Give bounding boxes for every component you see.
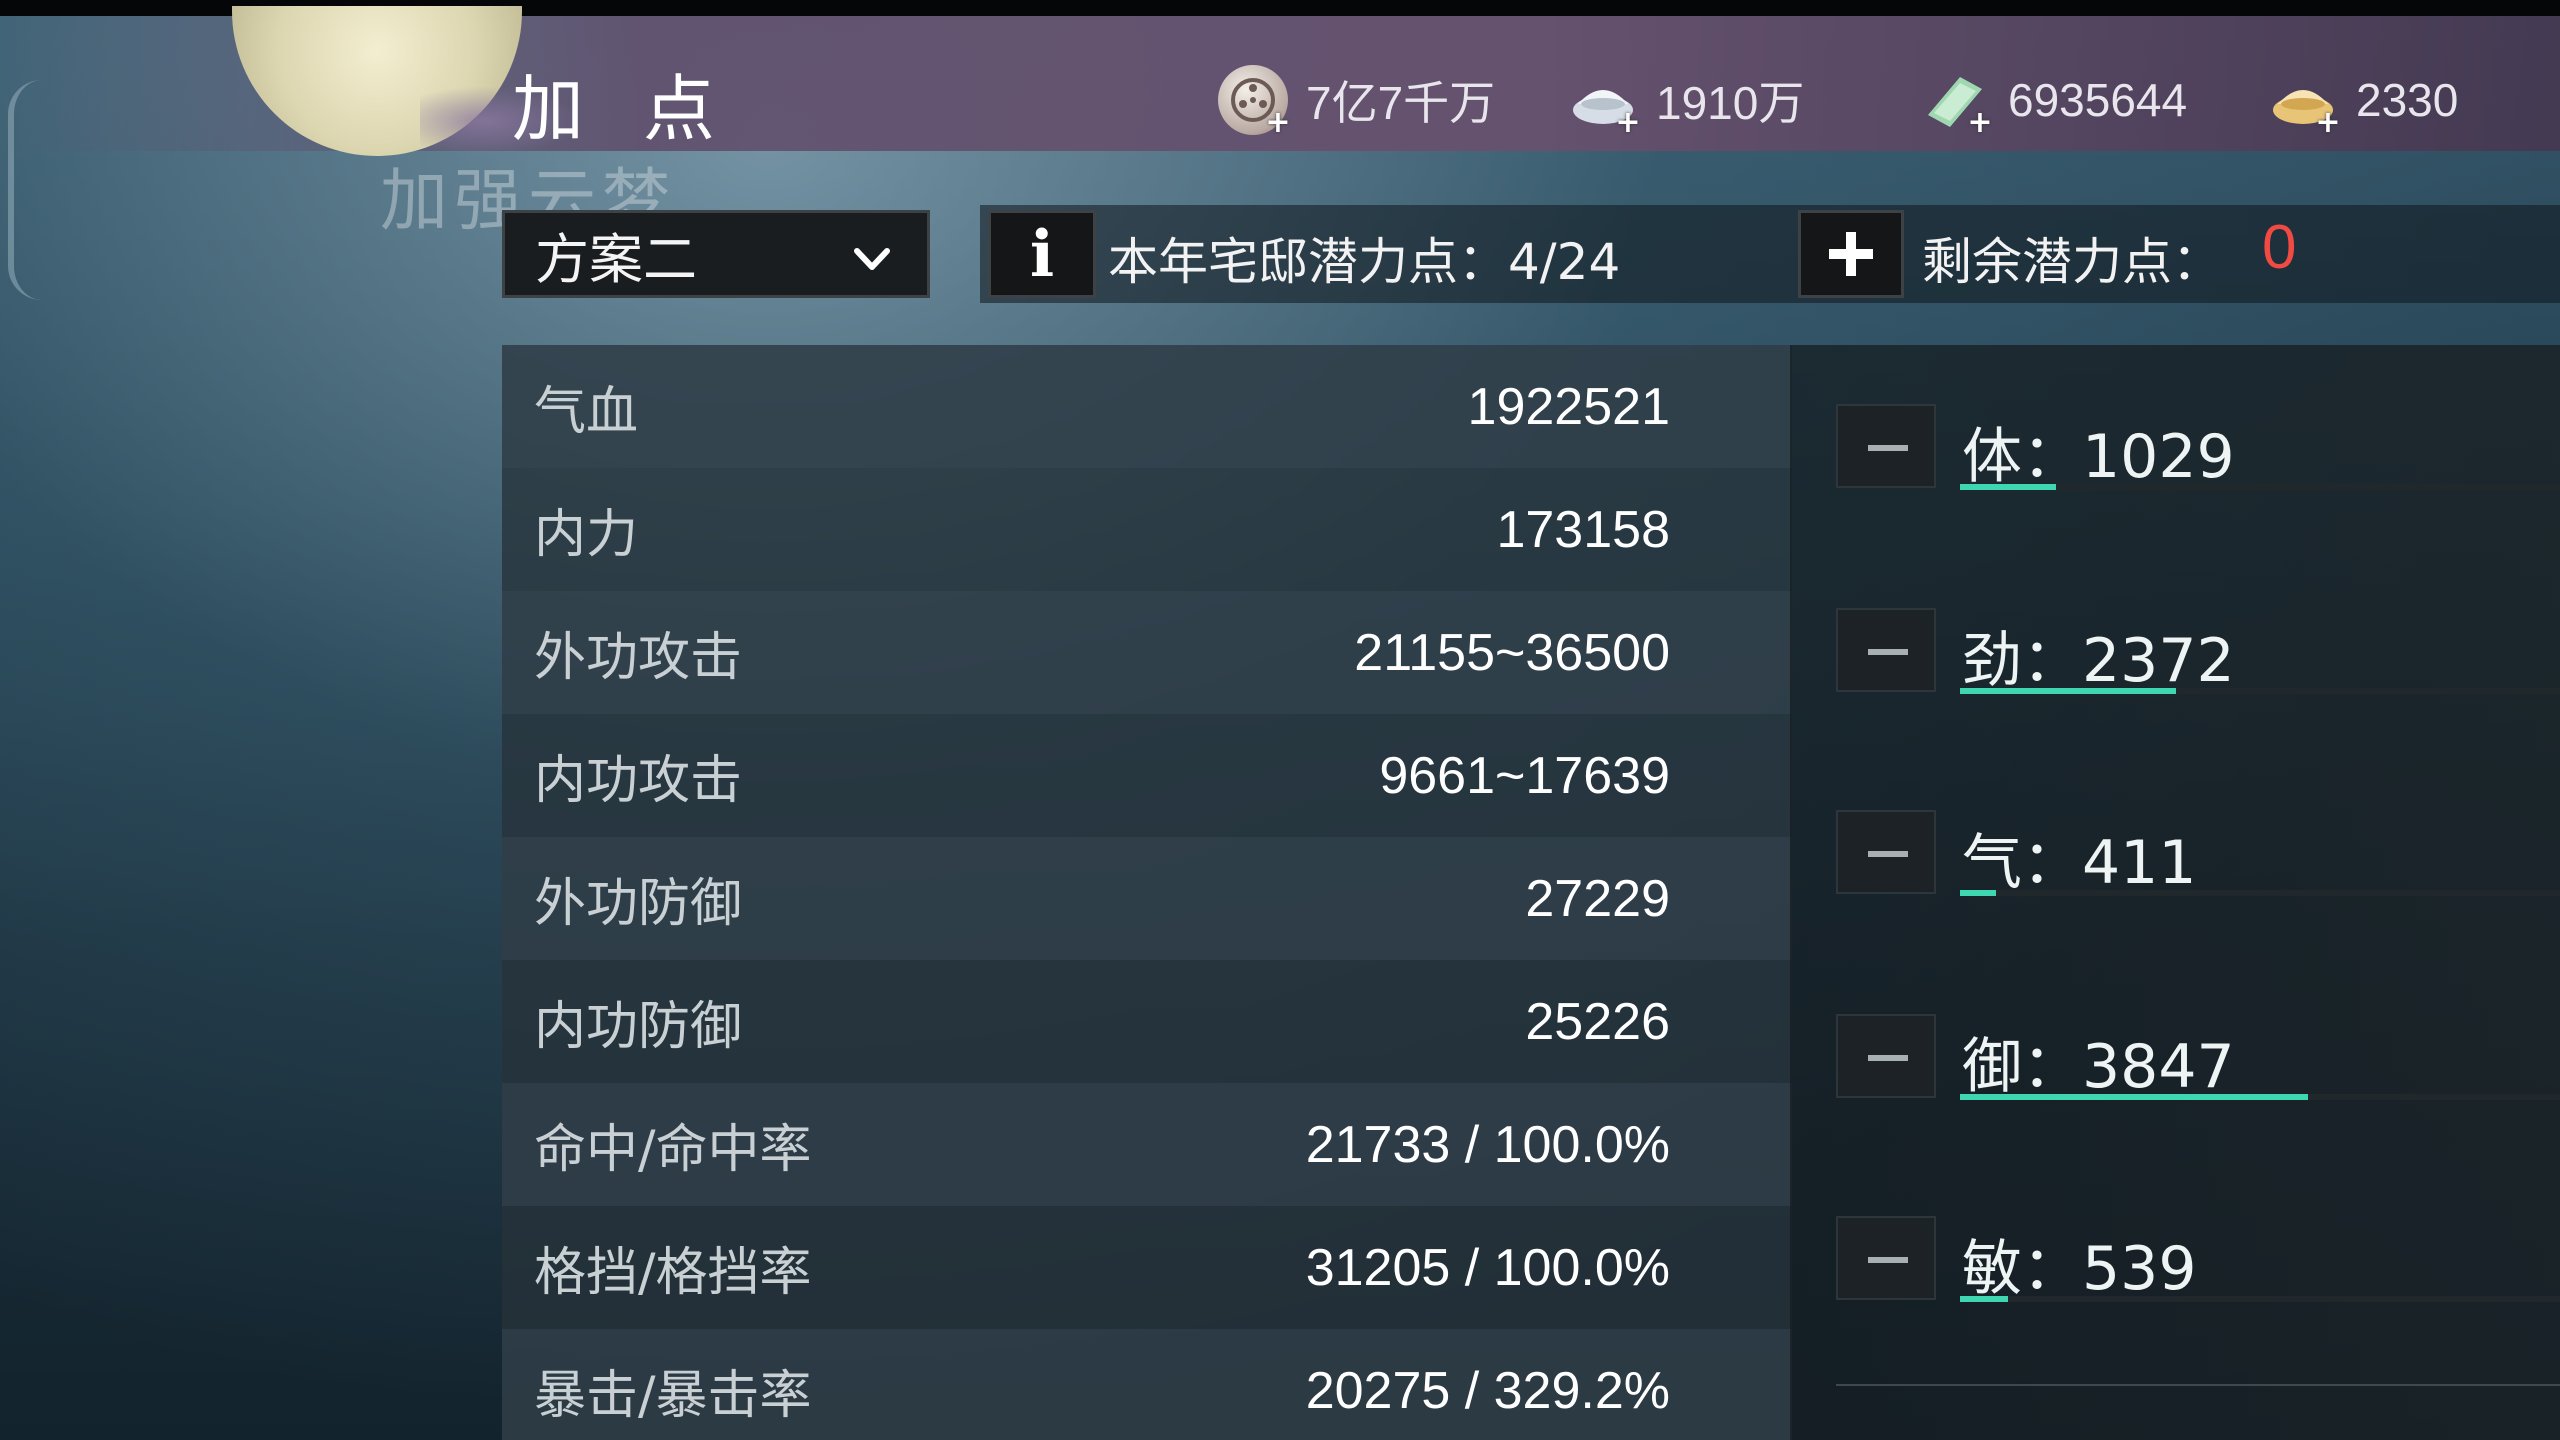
attribute-row-ti: 体：1029	[1836, 386, 2560, 506]
currency-gold[interactable]: + 2330	[2268, 60, 2458, 140]
plus-icon: +	[1615, 105, 1641, 140]
currency-value: 2330	[2356, 74, 2459, 126]
stat-name: 气血	[534, 382, 639, 442]
coin-icon: +	[1218, 65, 1291, 138]
stat-name: 内功防御	[534, 997, 743, 1057]
attribute-label: 敏：539	[1962, 1234, 2197, 1304]
stat-value: 21155~36500	[1354, 623, 1670, 682]
header-bar: 加 点 + 7亿7千万 + 1910万 + 6935644 + 2330	[0, 6, 2560, 156]
decrease-button[interactable]	[1836, 1014, 1936, 1098]
gold-ingot-icon: +	[2268, 65, 2341, 138]
attribute-row-yu: 御：3847	[1836, 996, 2560, 1116]
stat-name: 内功攻击	[534, 751, 743, 811]
attribute-row-min: 敏：539	[1836, 1198, 2560, 1318]
remaining-potential-label: 剩余潜力点：	[1922, 233, 2222, 291]
stat-name: 暴击/暴击率	[534, 1366, 812, 1426]
attribute-row-qi: 气：411	[1836, 792, 2560, 912]
attribute-row-jin: 劲：2372	[1836, 590, 2560, 710]
currency-jade[interactable]: + 6935644	[1920, 60, 2187, 140]
silver-ingot-icon: +	[1568, 65, 1641, 138]
currency-value: 7亿7千万	[1306, 77, 1496, 129]
stat-row: 内功攻击 9661~17639	[502, 714, 1792, 837]
attribute-bar-fill	[1960, 890, 1996, 896]
stat-row: 外功攻击 21155~36500	[502, 591, 1792, 714]
stat-row: 暴击/暴击率 20275 / 329.2%	[502, 1329, 1792, 1440]
remaining-potential-value: 0	[2262, 213, 2297, 282]
attribute-bar-fill	[1960, 484, 2056, 490]
stat-row: 内功防御 25226	[502, 960, 1792, 1083]
stat-value: 31205 / 100.0%	[1305, 1238, 1670, 1297]
stat-value: 25226	[1525, 992, 1670, 1051]
stat-value: 1922521	[1467, 377, 1670, 436]
attribute-bar-fill	[1960, 1094, 2308, 1100]
decrease-button[interactable]	[1836, 810, 1936, 894]
stat-value: 20275 / 329.2%	[1305, 1361, 1670, 1420]
plan-dropdown[interactable]: 方案二	[502, 210, 930, 298]
attribute-label: 气：411	[1962, 828, 2197, 898]
chevron-down-icon	[854, 248, 890, 270]
attribute-bar	[1960, 1296, 2560, 1302]
info-icon: i	[1029, 216, 1055, 292]
stat-name: 内力	[534, 505, 639, 565]
game-screen: 加 点 + 7亿7千万 + 1910万 + 6935644 + 2330 加强云…	[0, 0, 2560, 1440]
stat-value: 173158	[1496, 500, 1670, 559]
stat-row: 命中/命中率 21733 / 100.0%	[502, 1083, 1792, 1206]
stat-name: 格挡/格挡率	[534, 1243, 812, 1303]
plan-dropdown-value: 方案二	[535, 227, 697, 291]
decrease-button[interactable]	[1836, 404, 1936, 488]
plus-icon: +	[2315, 105, 2341, 140]
currency-value: 6935644	[2008, 74, 2188, 126]
add-potential-button[interactable]	[1798, 210, 1904, 298]
page-title: 加 点	[512, 67, 733, 151]
attribute-bar	[1960, 890, 2560, 896]
attribute-label: 御：3847	[1962, 1032, 2235, 1102]
decrease-button[interactable]	[1836, 1216, 1936, 1300]
stat-row: 外功防御 27229	[502, 837, 1792, 960]
attribute-bar-fill	[1960, 688, 2176, 694]
stat-name: 命中/命中率	[534, 1120, 812, 1180]
jade-icon: +	[1920, 65, 1993, 138]
attribute-label: 体：1029	[1962, 422, 2235, 492]
currency-silver[interactable]: + 1910万	[1568, 60, 1804, 140]
attribute-bar-fill	[1960, 1296, 2008, 1302]
plus-icon: +	[1967, 105, 1993, 140]
stat-row: 内力 173158	[502, 468, 1792, 591]
attribute-bar	[1960, 1094, 2560, 1100]
plus-icon: +	[1265, 105, 1291, 140]
divider	[1836, 1384, 2560, 1386]
attribute-label: 劲：2372	[1962, 626, 2235, 696]
stat-name: 外功攻击	[534, 628, 743, 688]
stat-value: 21733 / 100.0%	[1305, 1115, 1670, 1174]
stat-row: 气血 1922521	[502, 345, 1792, 468]
yearly-potential-text: 本年宅邸潜力点：4/24	[1108, 233, 1621, 291]
attribute-bar	[1960, 484, 2560, 490]
stat-value: 9661~17639	[1379, 746, 1670, 805]
currency-value: 1910万	[1656, 77, 1805, 129]
attribute-bar	[1960, 688, 2560, 694]
info-button[interactable]: i	[988, 210, 1096, 298]
stats-table: 气血 1922521 内力 173158 外功攻击 21155~36500 内功…	[502, 345, 1792, 1440]
stat-row: 格挡/格挡率 31205 / 100.0%	[502, 1206, 1792, 1329]
currency-coin[interactable]: + 7亿7千万	[1218, 60, 1495, 140]
stat-value: 27229	[1525, 869, 1670, 928]
decrease-button[interactable]	[1836, 608, 1936, 692]
stat-name: 外功防御	[534, 874, 743, 934]
plus-icon	[1829, 232, 1873, 276]
